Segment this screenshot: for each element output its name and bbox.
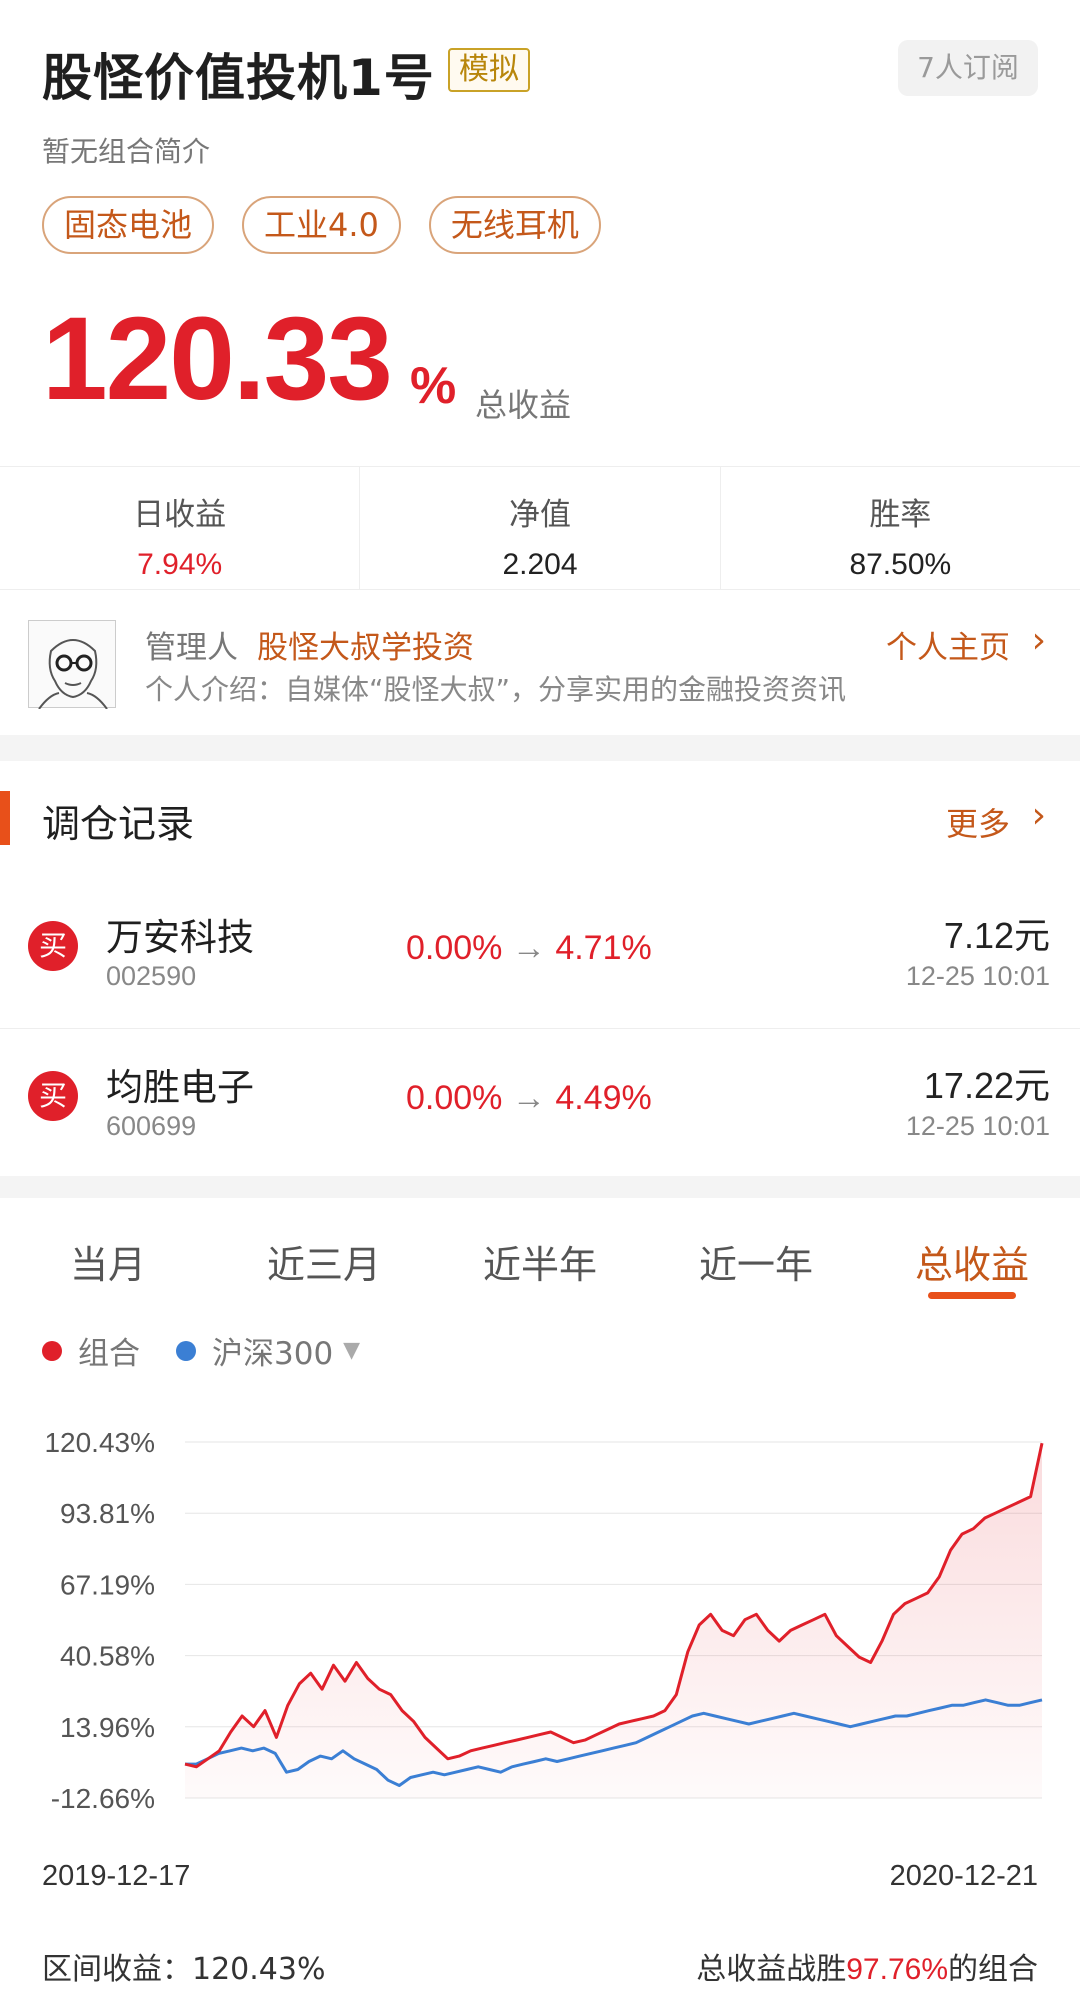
portfolio-header: 股怪价值投机1号 模拟 7人订阅 暂无组合简介 固态电池 工业4.0 无线耳机 …: [0, 0, 1080, 465]
y-tick-label: 40.58%: [60, 1641, 155, 1672]
weight-to: 4.71%: [555, 929, 652, 967]
y-tick-label: -12.66%: [51, 1783, 155, 1814]
section-divider: [0, 1176, 1080, 1198]
homepage-link[interactable]: 个人主页: [886, 622, 1010, 667]
tag-chip[interactable]: 无线耳机: [428, 196, 601, 254]
legend-label: 组合: [78, 1336, 140, 1372]
stat-value: 2.204: [502, 548, 578, 581]
simulation-badge: 模拟: [448, 48, 530, 92]
beat-prefix: 总收益战胜: [696, 1952, 847, 1987]
range-return-value: 120.43%: [192, 1952, 326, 1987]
stat-label: 净值: [508, 497, 571, 533]
section-accent-bar: [0, 791, 10, 845]
arrow-right-icon: →: [511, 1079, 546, 1117]
trade-time: 12-25 10:01: [905, 961, 1050, 991]
tag-chip[interactable]: 工业4.0: [242, 196, 401, 254]
legend-label: 沪深300: [212, 1336, 334, 1372]
manager-label: 管理人: [145, 630, 238, 666]
return-chart-svg: 120.43% 93.81% 67.19% 40.58% 13.96% -12.66%: [44, 1427, 1044, 1814]
legend-dot-icon: [176, 1340, 196, 1361]
arrow-right-icon: →: [511, 929, 546, 967]
tab-total-return[interactable]: 总收益: [864, 1198, 1080, 1316]
tag-list: 固态电池 工业4.0 无线耳机: [42, 196, 601, 254]
tab-three-months[interactable]: 近三月: [216, 1198, 432, 1316]
legend-dot-icon: [42, 1340, 62, 1361]
chart-legend: 组合 沪深300 ▼: [42, 1328, 396, 1373]
beat-percentile: 总收益战胜97.76%的组合: [696, 1944, 1038, 1988]
return-chart: 120.43% 93.81% 67.19% 40.58% 13.96% -12.66%: [0, 1400, 1080, 1840]
total-return-label: 总收益: [475, 386, 572, 424]
trade-records-section: 调仓记录 更多 › 买 万安科技 002590 0.00% → 4.71% 7.…: [0, 761, 1080, 1176]
dropdown-triangle-icon[interactable]: ▼: [343, 1338, 360, 1363]
weight-from: 0.00%: [406, 1079, 503, 1117]
y-tick-label: 120.43%: [44, 1427, 155, 1458]
stat-value: 7.94%: [137, 548, 223, 581]
manager-portrait-icon: [38, 639, 108, 710]
chevron-right-icon[interactable]: ›: [1032, 795, 1046, 836]
x-axis-end-label: 2020-12-21: [889, 1860, 1038, 1892]
weight-change: 0.00% → 4.49%: [406, 1079, 652, 1118]
weight-from: 0.00%: [406, 929, 503, 967]
range-return-label: 区间收益：: [42, 1952, 192, 1987]
stat-label: 胜率: [869, 497, 932, 533]
range-return: 区间收益：120.43%: [42, 1944, 325, 1988]
weight-to: 4.49%: [555, 1079, 652, 1117]
active-tab-indicator: [928, 1292, 1016, 1299]
subscribe-button[interactable]: 7人订阅: [898, 40, 1038, 96]
stats-row: 日收益 7.94% 净值 2.204 胜率 87.50%: [0, 466, 1080, 590]
stat-daily-return: 日收益 7.94%: [0, 467, 361, 589]
y-tick-label: 67.19%: [60, 1569, 155, 1600]
trade-row[interactable]: 买 万安科技 002590 0.00% → 4.71% 7.12元 12-25 …: [0, 879, 1080, 1029]
manager-card[interactable]: 管理人 股怪大叔学投资 个人介绍：自媒体“股怪大叔”，分享实用的金融投资资讯 个…: [0, 592, 1080, 732]
legend-benchmark[interactable]: 沪深300 ▼: [176, 1328, 360, 1373]
beat-value: 97.76%: [846, 1953, 948, 1986]
more-link[interactable]: 更多: [946, 799, 1010, 845]
stat-label: 日收益: [133, 497, 227, 533]
stock-code: 002590: [106, 961, 197, 991]
stock-name: 万安科技: [106, 916, 254, 959]
tag-chip[interactable]: 固态电池: [42, 196, 215, 254]
buy-icon: 买: [28, 1071, 78, 1121]
tab-half-year[interactable]: 近半年: [432, 1198, 648, 1316]
y-tick-label: 93.81%: [60, 1498, 155, 1529]
stat-winrate: 胜率 87.50%: [721, 467, 1080, 589]
portfolio-title: 股怪价值投机1号: [42, 49, 435, 107]
trade-time: 12-25 10:01: [905, 1111, 1050, 1141]
section-title: 调仓记录: [42, 802, 195, 846]
tab-current-month[interactable]: 当月: [0, 1198, 216, 1316]
avatar: [28, 620, 116, 710]
total-return-unit: %: [410, 357, 457, 415]
tab-label: 总收益: [914, 1243, 1029, 1287]
period-tabs: 当月 近三月 近半年 近一年 总收益: [0, 1198, 1080, 1316]
chevron-right-icon[interactable]: ›: [1032, 620, 1046, 661]
stat-value: 87.50%: [849, 548, 952, 581]
stock-name: 均胜电子: [106, 1066, 254, 1109]
tab-one-year[interactable]: 近一年: [648, 1198, 864, 1316]
section-divider: [0, 735, 1080, 761]
beat-suffix: 的组合: [948, 1952, 1038, 1987]
trade-price: 17.22元: [923, 1065, 1050, 1106]
buy-icon: 买: [28, 921, 78, 971]
stat-nav: 净值 2.204: [360, 467, 721, 589]
trade-price: 7.12元: [943, 915, 1050, 956]
weight-change: 0.00% → 4.71%: [406, 929, 652, 968]
legend-portfolio: 组合: [42, 1328, 140, 1373]
trade-row[interactable]: 买 均胜电子 600699 0.00% → 4.49% 17.22元 12-25…: [0, 1029, 1080, 1179]
manager-bio: 个人介绍：自媒体“股怪大叔”，分享实用的金融投资资讯: [145, 673, 847, 706]
x-axis-start-label: 2019-12-17: [42, 1860, 191, 1892]
portfolio-area: [185, 1443, 1042, 1798]
manager-name[interactable]: 股怪大叔学投资: [257, 622, 474, 667]
total-return-value: 120.33: [42, 293, 393, 425]
stock-code: 600699: [106, 1111, 197, 1141]
portfolio-intro: 暂无组合简介: [42, 135, 211, 168]
y-tick-label: 13.96%: [60, 1712, 155, 1743]
